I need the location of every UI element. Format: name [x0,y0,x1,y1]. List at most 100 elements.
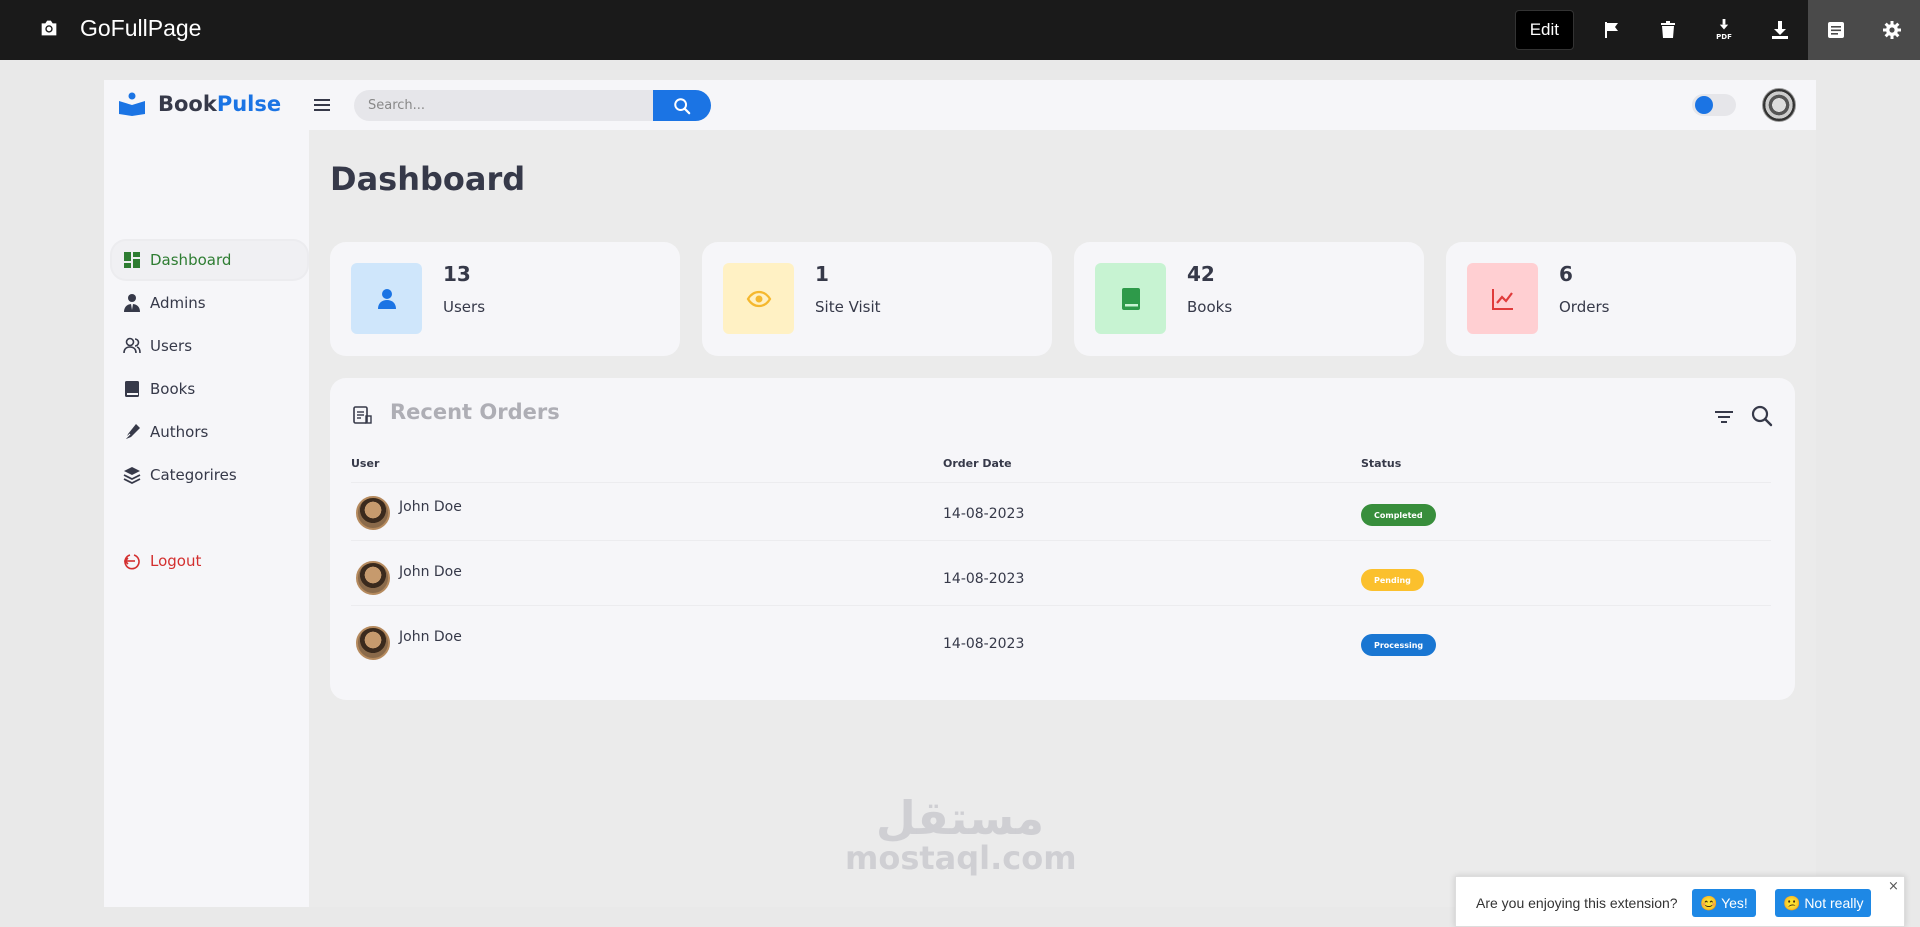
file-icon [1828,22,1844,38]
user-avatar [356,561,390,595]
row-divider [351,540,1771,541]
stat-card-users[interactable]: 13 Users [330,242,680,356]
sidebar: Dashboard Admins Users Books Authors Cat… [104,130,309,907]
user-avatar [356,626,390,660]
card-icon-box [1095,263,1166,334]
user-icon [377,288,396,309]
sidebar-item-label: Users [150,337,193,355]
trash-icon [1661,21,1675,38]
brand-logo[interactable]: BookPulse [118,92,281,116]
column-header-user[interactable]: User [351,457,379,470]
column-header-order-date[interactable]: Order Date [943,457,1012,470]
edit-button[interactable]: Edit [1514,10,1574,50]
extension-title: GoFullPage [80,15,202,41]
logout-icon [123,554,140,570]
sidebar-item-logout[interactable]: Logout [112,542,307,580]
cell-user: John Doe [399,499,462,515]
cell-date: 14-08-2023 [943,506,1025,522]
search-button[interactable] [653,90,711,121]
pdf-label: PDF [1716,33,1732,41]
feedback-toast: Are you enjoying this extension? 😊 Yes! … [1455,876,1905,927]
dashboard-icon [124,252,140,268]
user-avatar [356,496,390,530]
card-label: Books [1187,298,1233,316]
download-button[interactable] [1752,0,1808,60]
settings-button[interactable] [1864,0,1920,60]
top-navbar: BookPulse [104,80,1816,130]
stat-card-orders[interactable]: 6 Orders [1446,242,1796,356]
sidebar-item-label: Logout [150,552,202,570]
sidebar-item-admins[interactable]: Admins [112,284,307,322]
watermark: مستقل mostaql.com [845,791,1077,877]
sidebar-item-dashboard[interactable]: Dashboard [112,241,307,279]
file-button[interactable] [1808,0,1864,60]
book-icon [125,381,139,397]
camera-icon[interactable] [38,17,60,39]
watermark-latin: mostaql.com [845,839,1077,877]
sidebar-item-label: Dashboard [150,251,232,269]
sidebar-item-label: Admins [150,294,206,312]
receipt-icon [353,406,372,424]
sidebar-item-categories[interactable]: Categorires [112,456,307,494]
search-input[interactable] [354,90,654,121]
book-reader-icon [119,92,145,116]
yes-button[interactable]: 😊 Yes! [1692,889,1756,917]
download-pdf-button[interactable]: PDF [1696,0,1752,60]
card-value: 42 [1187,262,1215,286]
card-icon-box [1467,263,1538,334]
extension-actions: Edit PDF [1514,0,1920,60]
download-pdf-icon [1719,19,1729,30]
row-divider [351,605,1771,606]
users-icon [123,337,141,354]
search-icon[interactable] [1750,404,1774,428]
sidebar-item-books[interactable]: Books [112,370,307,408]
search-bar [354,90,711,121]
cell-date: 14-08-2023 [943,571,1025,587]
cell-user: John Doe [399,629,462,645]
delete-button[interactable] [1640,0,1696,60]
row-divider [351,482,1771,483]
page-title: Dashboard [330,160,526,198]
profile-avatar[interactable] [1762,88,1796,122]
card-value: 1 [815,262,829,286]
feedback-question: Are you enjoying this extension? [1476,895,1678,911]
brand-name-first: Book [158,92,217,116]
sidebar-item-label: Categorires [150,466,237,484]
pen-icon [124,424,140,440]
sidebar-item-authors[interactable]: Authors [112,413,307,451]
search-icon [674,97,691,114]
card-label: Site Visit [815,298,881,316]
gear-icon [1883,21,1901,39]
cell-date: 14-08-2023 [943,636,1025,652]
brand-name-second: Pulse [216,92,282,116]
theme-toggle[interactable] [1692,94,1736,116]
layers-icon [123,467,141,485]
card-label: Users [443,298,486,316]
book-icon [1121,287,1140,310]
stat-card-site-visit[interactable]: 1 Site Visit [702,242,1052,356]
status-badge: Pending [1361,569,1424,591]
card-value: 6 [1559,262,1573,286]
flag-button[interactable] [1584,0,1640,60]
filter-icon[interactable] [1714,408,1734,426]
app-window: BookPulse Search... Dashboard Admins Use… [104,80,1816,907]
sidebar-item-label: Authors [150,423,209,441]
hamburger-menu-icon[interactable] [312,95,332,115]
watermark-arabic: مستقل [875,791,1045,845]
card-value: 13 [443,262,471,286]
chart-line-icon [1491,288,1513,310]
download-icon [1772,21,1788,39]
status-badge: Processing [1361,634,1437,656]
eye-icon [746,290,771,307]
card-label: Orders [1559,298,1610,316]
sidebar-item-users[interactable]: Users [112,327,307,365]
column-header-status[interactable]: Status [1361,457,1401,470]
orders-title: Recent Orders [390,400,560,424]
not-really-button[interactable]: 😕 Not really [1775,889,1872,917]
stat-card-books[interactable]: 42 Books [1074,242,1424,356]
cell-user: John Doe [399,564,462,580]
close-icon[interactable]: × [1888,880,1900,893]
status-badge: Completed [1361,504,1436,526]
admin-icon [124,294,140,312]
sidebar-item-label: Books [150,380,196,398]
